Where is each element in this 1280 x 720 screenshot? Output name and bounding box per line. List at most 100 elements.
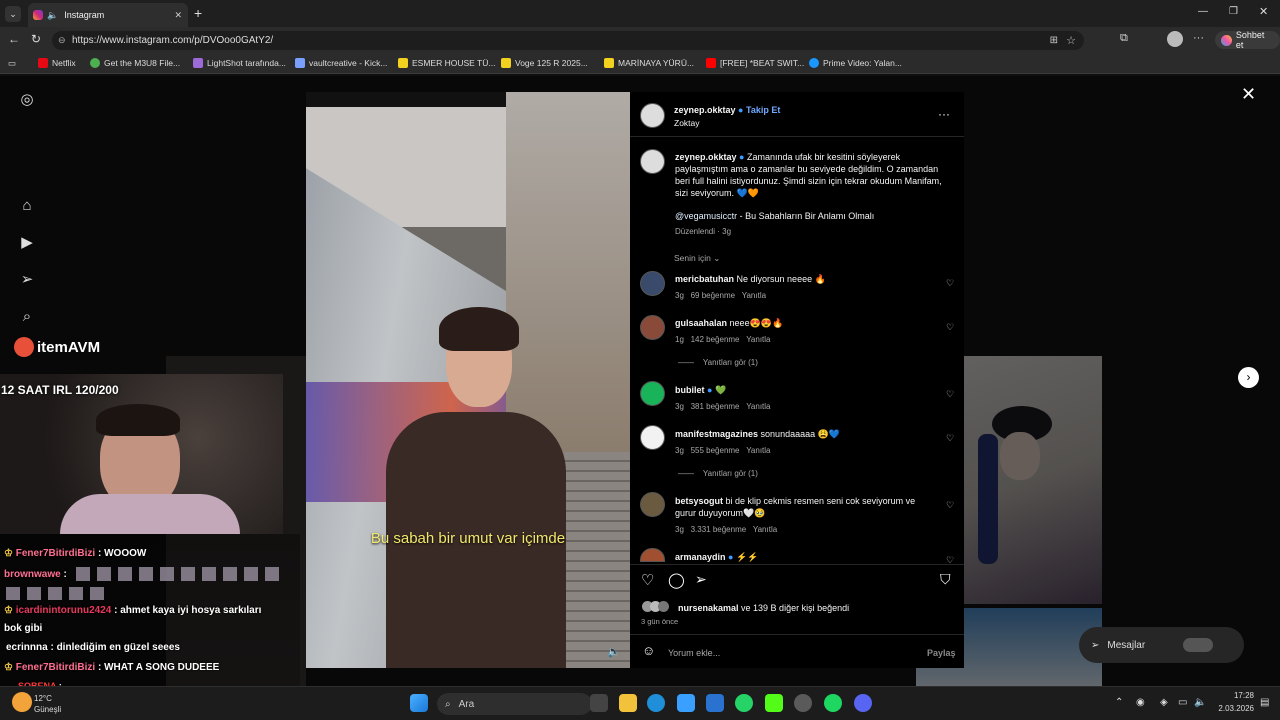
messages-button[interactable]: ➢ Mesajlar [1079, 627, 1244, 663]
kick-icon[interactable] [765, 694, 783, 712]
notifications-bell-icon[interactable]: ▤ [1260, 697, 1269, 708]
bookmark-5[interactable]: Voge 125 R 2025... [501, 58, 588, 68]
comment-likes[interactable]: 3.331 beğenme [691, 525, 747, 534]
comment-likes[interactable]: 142 beğenme [691, 335, 740, 344]
weather-desc[interactable]: Güneşli [34, 705, 61, 714]
discord-icon[interactable] [854, 694, 872, 712]
new-tab-plus-icon[interactable]: + [194, 5, 202, 21]
comment-likes[interactable]: 381 beğenme [691, 402, 740, 411]
tab-close-icon[interactable]: ✕ [174, 10, 182, 21]
direct-messages-icon[interactable]: ➢ [18, 271, 36, 289]
minimize-icon[interactable]: — [1198, 6, 1208, 17]
comment-like-heart-icon[interactable]: ♡ [946, 500, 954, 511]
clock-date[interactable]: 2.03.2026 [1212, 704, 1254, 713]
tab-instagram[interactable]: 🔈 Instagram ✕ [28, 3, 188, 27]
mute-speaker-icon[interactable]: 🔈 [607, 645, 621, 658]
search-icon[interactable]: ⌕ [18, 308, 36, 326]
comment-avatar[interactable] [640, 381, 665, 406]
comment-avatar[interactable] [640, 425, 665, 450]
tray-chevron-up-icon[interactable]: ⌃ [1115, 697, 1123, 708]
bookmarks-menu-icon[interactable]: ▭ [8, 58, 16, 69]
reply-link[interactable]: Yanıtla [746, 446, 770, 455]
author-username[interactable]: zeynep.okktay [674, 105, 736, 115]
comment-like-heart-icon[interactable]: ♡ [946, 278, 954, 289]
bookmark-2[interactable]: LightShot tarafında... [193, 58, 286, 68]
comment-likes[interactable]: 69 beğenme [691, 291, 735, 300]
bookmark-3[interactable]: vaultcreative - Kick... [295, 58, 387, 68]
bookmark-1[interactable]: Get the M3U8 File... [90, 58, 180, 68]
taskbar-search[interactable]: ⌕ Ara [437, 693, 592, 715]
bookmark-8[interactable]: Prime Video: Yalan... [809, 58, 902, 68]
comment-like-heart-icon[interactable]: ♡ [946, 389, 954, 400]
video-player[interactable]: Bu sabah bir umut var içimde 🔈 [306, 92, 630, 668]
tray-app-icon[interactable]: ◉ [1136, 697, 1145, 708]
author-avatar[interactable] [640, 103, 665, 128]
comment-user[interactable]: betsysogut [675, 496, 723, 506]
save-bookmark-icon[interactable]: ⛉ [940, 571, 951, 588]
spotify-icon[interactable] [824, 694, 842, 712]
reply-link[interactable]: Yanıtla [746, 402, 770, 411]
tab-actions-chevron-icon[interactable]: ⌄ [5, 6, 21, 22]
comment-user[interactable]: armanaydin [675, 552, 726, 562]
liked-by-rest[interactable]: ve 139 B diğer kişi beğendi [739, 603, 849, 613]
post-comment-button[interactable]: Paylaş [927, 647, 956, 659]
split-screen-icon[interactable]: ⊞ [1050, 35, 1058, 46]
comment-user[interactable]: bubilet [675, 385, 705, 395]
comment-avatar[interactable] [640, 271, 665, 296]
windows-start-icon[interactable] [410, 694, 428, 712]
extensions-icon[interactable]: ⧉ [1120, 32, 1128, 45]
whatsapp-icon[interactable] [735, 694, 753, 712]
comment-like-heart-icon[interactable]: ♡ [946, 322, 954, 333]
site-info-icon[interactable]: ⊖ [58, 35, 66, 46]
reload-icon[interactable]: ↻ [31, 32, 41, 46]
caption-author[interactable]: zeynep.okktay [675, 152, 737, 162]
maximize-icon[interactable]: ❐ [1229, 6, 1238, 17]
instagram-logo-icon[interactable]: ◎ [18, 91, 36, 109]
bookmark-0[interactable]: Netflix [38, 58, 76, 68]
view-replies[interactable]: —— Yanıtları gör (1) [678, 468, 758, 480]
comment-bubble-icon[interactable]: ◯ [668, 571, 685, 589]
bookmark-7[interactable]: [FREE] *BEAT SWIT... [706, 58, 804, 68]
volume-icon[interactable]: 🔈 [1194, 697, 1206, 708]
weather-temp[interactable]: 12°C [34, 694, 52, 703]
profile-avatar[interactable] [1167, 31, 1183, 47]
back-arrow-icon[interactable]: ← [8, 32, 20, 46]
like-heart-icon[interactable]: ♡ [641, 571, 654, 589]
file-explorer-icon[interactable] [619, 694, 637, 712]
comment-sort-dropdown[interactable]: Senin için ⌄ [674, 252, 720, 264]
comment-likes[interactable]: 555 beğenme [691, 446, 740, 455]
edge-browser-icon[interactable] [647, 694, 665, 712]
reply-link[interactable]: Yanıtla [742, 291, 766, 300]
bookmark-4[interactable]: ESMER HOUSE TÜ... [398, 58, 495, 68]
clock-time[interactable]: 17:28 [1222, 691, 1254, 700]
copilot-chat-button[interactable]: Sohbet et [1215, 30, 1280, 50]
home-icon[interactable]: ⌂ [18, 197, 36, 215]
share-paper-plane-icon[interactable]: ➢ [695, 571, 707, 588]
url-bar[interactable]: ⊖ https://www.instagram.com/p/DVOoo0GAtY… [52, 31, 1084, 50]
comment-user[interactable]: mericbatuhan [675, 274, 734, 284]
speaker-icon[interactable]: 🔈 [47, 10, 58, 21]
reels-icon[interactable]: ▶ [18, 234, 36, 252]
settings-gear-icon[interactable] [794, 694, 812, 712]
window-close-icon[interactable]: ✕ [1259, 5, 1268, 18]
follow-link[interactable]: Takip Et [746, 105, 780, 115]
task-view-icon[interactable] [590, 694, 608, 712]
comment-input[interactable]: Yorum ekle... [668, 647, 720, 659]
mention-link[interactable]: @vegamusicctr [675, 211, 737, 221]
post-options-icon[interactable]: ··· [938, 107, 950, 121]
comment-avatar[interactable] [640, 315, 665, 340]
reply-link[interactable]: Yanıtla [746, 335, 770, 344]
comment-like-heart-icon[interactable]: ♡ [946, 433, 954, 444]
emoji-smiley-icon[interactable]: ☺ [642, 643, 655, 658]
bookmark-6[interactable]: MARİNAYA YÜRÜ... [604, 58, 694, 68]
wifi-icon[interactable]: ▭ [1178, 697, 1187, 708]
store-icon[interactable] [677, 694, 695, 712]
more-menu-icon[interactable]: ··· [1193, 32, 1204, 44]
comment-user[interactable]: manifestmagazines [675, 429, 758, 439]
liked-by-user[interactable]: nursenakamal [678, 603, 739, 613]
weather-sun-icon[interactable] [12, 692, 32, 712]
reply-link[interactable]: Yanıtla [753, 525, 777, 534]
favorite-star-icon[interactable]: ☆ [1066, 34, 1076, 47]
next-post-chevron-icon[interactable]: › [1238, 367, 1259, 388]
view-replies[interactable]: —— Yanıtları gör (1) [678, 357, 758, 369]
